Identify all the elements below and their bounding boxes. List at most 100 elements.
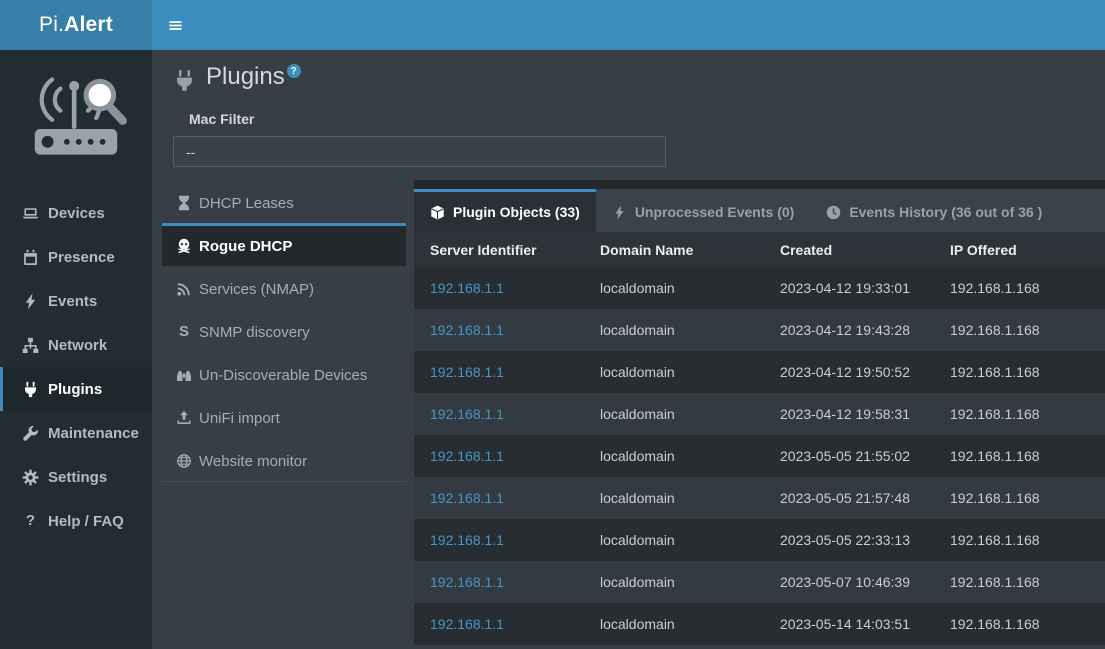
server-identifier-link[interactable]: 192.168.1.1 xyxy=(430,406,504,422)
sidebar-item-plugins[interactable]: Plugins xyxy=(0,367,152,411)
server-identifier-link[interactable]: 192.168.1.1 xyxy=(430,322,504,338)
server-identifier-link[interactable]: 192.168.1.1 xyxy=(430,448,504,464)
server-identifier-link[interactable]: 192.168.1.1 xyxy=(430,574,504,590)
sidebar-item-presence[interactable]: Presence xyxy=(0,235,152,279)
tab-plugin-objects-33[interactable]: Plugin Objects (33) xyxy=(414,189,596,232)
sitemap-icon xyxy=(22,337,39,354)
clock-icon xyxy=(826,205,841,220)
sidebar-item-network[interactable]: Network xyxy=(0,323,152,367)
plug-icon xyxy=(22,381,39,398)
plugin-menu-item-dhcp-leases[interactable]: DHCP Leases xyxy=(162,180,406,223)
brand-suffix: Alert xyxy=(64,13,113,37)
table-row: 192.168.1.1localdomain2023-04-12 19:58:3… xyxy=(414,393,1105,435)
tab-label: Events History (36 out of 36 ) xyxy=(849,204,1042,220)
tab-label: Unprocessed Events (0) xyxy=(635,204,795,220)
bolt-icon xyxy=(612,205,627,220)
sidebar-item-maintenance[interactable]: Maintenance xyxy=(0,411,152,455)
sidebar-menu: Devices Presence Events Network PluginsMaint… xyxy=(0,191,152,543)
router-search-logo-icon xyxy=(21,70,131,171)
mac-filter-input[interactable] xyxy=(173,136,666,167)
bolt-icon xyxy=(22,293,39,310)
tab-events-history-36-out-of-36[interactable]: Events History (36 out of 36 ) xyxy=(810,189,1058,232)
plugin-menu-item-services-nmap[interactable]: Services (NMAP) xyxy=(162,266,406,309)
cell-ip-offered: 192.168.1.168 xyxy=(934,435,1105,477)
sidebar-item-label: Settings xyxy=(48,469,107,486)
cell-domain-name: localdomain xyxy=(584,519,764,561)
app-logo xyxy=(0,50,152,191)
column-header-created: Created xyxy=(764,232,934,267)
signal-icon xyxy=(176,281,192,297)
table-body: 192.168.1.1localdomain2023-04-12 19:33:0… xyxy=(414,267,1105,645)
plugin-menu-item-label: SNMP discovery xyxy=(199,324,310,341)
plugin-menu-item-label: UniFi import xyxy=(199,410,280,427)
server-identifier-link[interactable]: 192.168.1.1 xyxy=(430,280,504,296)
hamburger-icon xyxy=(168,18,183,33)
table-row: 192.168.1.1localdomain2023-04-12 19:33:0… xyxy=(414,267,1105,309)
cell-ip-offered: 192.168.1.168 xyxy=(934,561,1105,603)
cube-icon xyxy=(430,205,445,220)
plugin-menu-item-unifi-import[interactable]: UniFi import xyxy=(162,395,406,438)
plugin-menu-item-snmp-discovery[interactable]: S SNMP discovery xyxy=(162,309,406,352)
cell-server-identifier: 192.168.1.1 xyxy=(414,435,584,477)
sidebar-item-label: Presence xyxy=(48,249,115,266)
cell-domain-name: localdomain xyxy=(584,435,764,477)
table-row: 192.168.1.1localdomain2023-05-05 21:55:0… xyxy=(414,435,1105,477)
s-icon: S xyxy=(176,324,192,340)
table-head: Server IdentifierDomain NameCreatedIP Of… xyxy=(414,232,1105,267)
cell-server-identifier: 192.168.1.1 xyxy=(414,351,584,393)
sidebar-item-settings[interactable]: Settings xyxy=(0,455,152,499)
sidebar-item-label: Events xyxy=(48,293,97,310)
cell-created: 2023-04-12 19:43:28 xyxy=(764,309,934,351)
cell-ip-offered: 192.168.1.168 xyxy=(934,519,1105,561)
table-header-row: Server IdentifierDomain NameCreatedIP Of… xyxy=(414,232,1105,267)
server-identifier-link[interactable]: 192.168.1.1 xyxy=(430,532,504,548)
question-icon: ? xyxy=(22,513,39,530)
cell-ip-offered: 192.168.1.168 xyxy=(934,603,1105,645)
tab-panel-top-strip xyxy=(414,180,1105,189)
cell-server-identifier: 192.168.1.1 xyxy=(414,477,584,519)
sidebar-item-events[interactable]: Events xyxy=(0,279,152,323)
brand-prefix: Pi. xyxy=(39,13,64,37)
tab-unprocessed-events-0[interactable]: Unprocessed Events (0) xyxy=(596,189,811,232)
wrench-icon xyxy=(22,425,39,442)
cell-created: 2023-05-05 21:57:48 xyxy=(764,477,934,519)
cell-created: 2023-05-14 14:03:51 xyxy=(764,603,934,645)
server-identifier-link[interactable]: 192.168.1.1 xyxy=(430,490,504,506)
help-badge[interactable]: ? xyxy=(287,64,301,78)
plugin-list: DHCP Leases Rogue DHCP Services (NMAP) S SNM… xyxy=(162,180,406,482)
plugin-detail-panel: Plugin Objects (33) Unprocessed Events (0… xyxy=(414,180,1105,649)
cell-created: 2023-05-05 22:33:13 xyxy=(764,519,934,561)
column-header-ip-offered: IP Offered xyxy=(934,232,1105,267)
plugin-menu-item-label: Services (NMAP) xyxy=(199,281,314,298)
sidebar-toggle-button[interactable] xyxy=(152,0,198,50)
sidebar-item-label: Network xyxy=(48,337,107,354)
server-identifier-link[interactable]: 192.168.1.1 xyxy=(430,364,504,380)
cell-domain-name: localdomain xyxy=(584,477,764,519)
content-columns: DHCP Leases Rogue DHCP Services (NMAP) S SNM… xyxy=(162,180,1105,649)
cell-domain-name: localdomain xyxy=(584,393,764,435)
plugin-menu-item-un-discoverable-devices[interactable]: Un-Discoverable Devices xyxy=(162,352,406,395)
cell-domain-name: localdomain xyxy=(584,561,764,603)
column-header-domain-name: Domain Name xyxy=(584,232,764,267)
server-identifier-link[interactable]: 192.168.1.1 xyxy=(430,616,504,632)
gear-icon xyxy=(22,469,39,486)
cell-domain-name: localdomain xyxy=(584,351,764,393)
plugin-menu-item-website-monitor[interactable]: Website monitor xyxy=(162,438,406,481)
plugin-menu-item-rogue-dhcp[interactable]: Rogue DHCP xyxy=(162,223,406,266)
tab-bar: Plugin Objects (33) Unprocessed Events (0… xyxy=(414,189,1105,232)
cell-domain-name: localdomain xyxy=(584,267,764,309)
sidebar-item-devices[interactable]: Devices xyxy=(0,191,152,235)
plugin-menu-item-label: Rogue DHCP xyxy=(199,238,292,255)
app-brand[interactable]: Pi.Alert xyxy=(0,0,152,50)
calendar-icon xyxy=(22,249,39,266)
cell-ip-offered: 192.168.1.168 xyxy=(934,477,1105,519)
cell-created: 2023-05-07 10:46:39 xyxy=(764,561,934,603)
upload-icon xyxy=(176,410,192,426)
sidebar-item-label: Devices xyxy=(48,205,105,222)
sidebar-item-help-faq[interactable]: ?Help / FAQ xyxy=(0,499,152,543)
table-row: 192.168.1.1 localdomain2023-05-14 14:03:5… xyxy=(414,603,1105,645)
cell-domain-name: localdomain xyxy=(584,603,764,645)
cell-domain-name: localdomain xyxy=(584,309,764,351)
cell-server-identifier: 192.168.1.1 xyxy=(414,603,584,645)
top-navbar xyxy=(152,0,1105,50)
